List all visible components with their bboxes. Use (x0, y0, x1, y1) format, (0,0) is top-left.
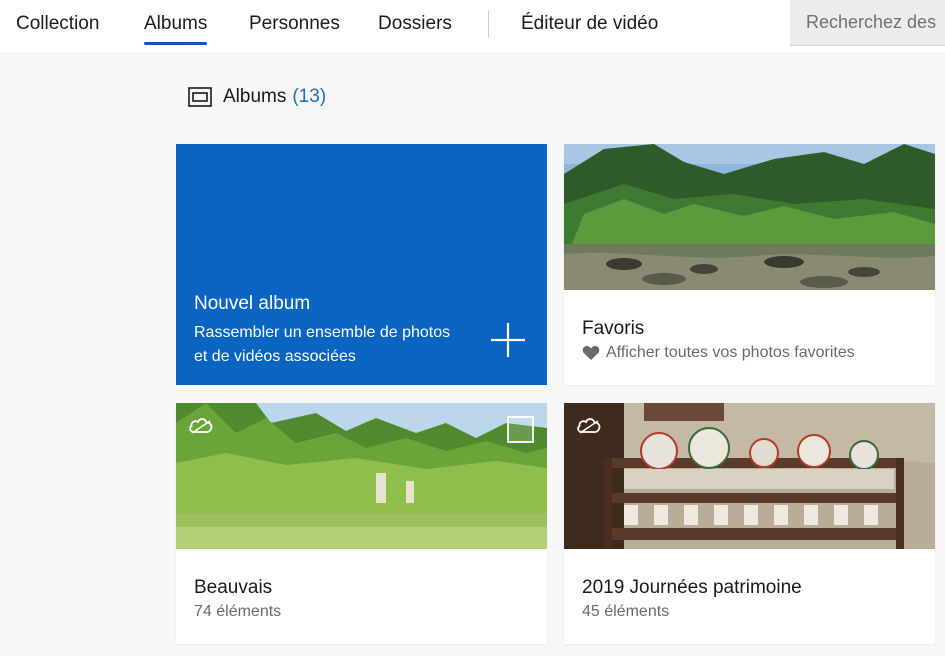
cloud-icon (577, 418, 601, 434)
album-title: 2019 Journées patrimoine (582, 577, 802, 598)
album-count: (13) (292, 86, 327, 107)
tab-albums[interactable]: Albums (144, 13, 208, 45)
new-album-subtitle: Rassembler un ensemble de photos et de v… (194, 321, 494, 369)
album-icon (188, 87, 212, 107)
section-title: Albums (223, 86, 287, 107)
meadow-photo (176, 403, 547, 549)
album-title: Beauvais (194, 577, 273, 598)
tab-collection[interactable]: Collection (16, 13, 99, 35)
cloud-icon (189, 418, 213, 434)
new-album-subtitle-line2: et de vidéos associées (194, 348, 356, 365)
album-thumbnail (176, 403, 547, 549)
top-navigation: Collection Albums Personnes Dossiers Édi… (0, 0, 945, 52)
tab-dossiers[interactable]: Dossiers (378, 13, 452, 35)
album-card-journees-patrimoine[interactable]: 2019 Journées patrimoine 45 éléments (564, 403, 935, 644)
album-item-count: 45 éléments (582, 603, 670, 620)
album-subtitle: Afficher toutes vos photos favorites (582, 344, 855, 362)
album-thumbnail (564, 144, 935, 290)
search-input[interactable] (790, 0, 945, 45)
album-item-count: 74 éléments (194, 603, 282, 620)
video-editor-link[interactable]: Éditeur de vidéo (521, 13, 658, 35)
album-subtitle-text: Afficher toutes vos photos favorites (606, 344, 855, 361)
new-album-button[interactable]: Nouvel album Rassembler un ensemble de p… (176, 144, 547, 385)
nav-divider (488, 10, 489, 38)
heart-icon (582, 346, 600, 360)
river-photo (564, 144, 935, 290)
select-checkbox[interactable] (507, 416, 534, 443)
album-thumbnail (564, 403, 935, 549)
album-title: Favoris (582, 318, 645, 339)
dresser-photo (564, 403, 935, 549)
tab-personnes[interactable]: Personnes (249, 13, 340, 35)
search-box[interactable] (790, 0, 945, 46)
section-header: Albums (13) (188, 86, 326, 108)
album-card-favoris[interactable]: Favoris Afficher toutes vos photos favor… (564, 144, 935, 385)
album-card-beauvais[interactable]: Beauvais 74 éléments (176, 403, 547, 644)
new-album-title: Nouvel album (194, 293, 311, 314)
plus-icon (491, 323, 525, 357)
new-album-subtitle-line1: Rassembler un ensemble de photos (194, 324, 451, 341)
